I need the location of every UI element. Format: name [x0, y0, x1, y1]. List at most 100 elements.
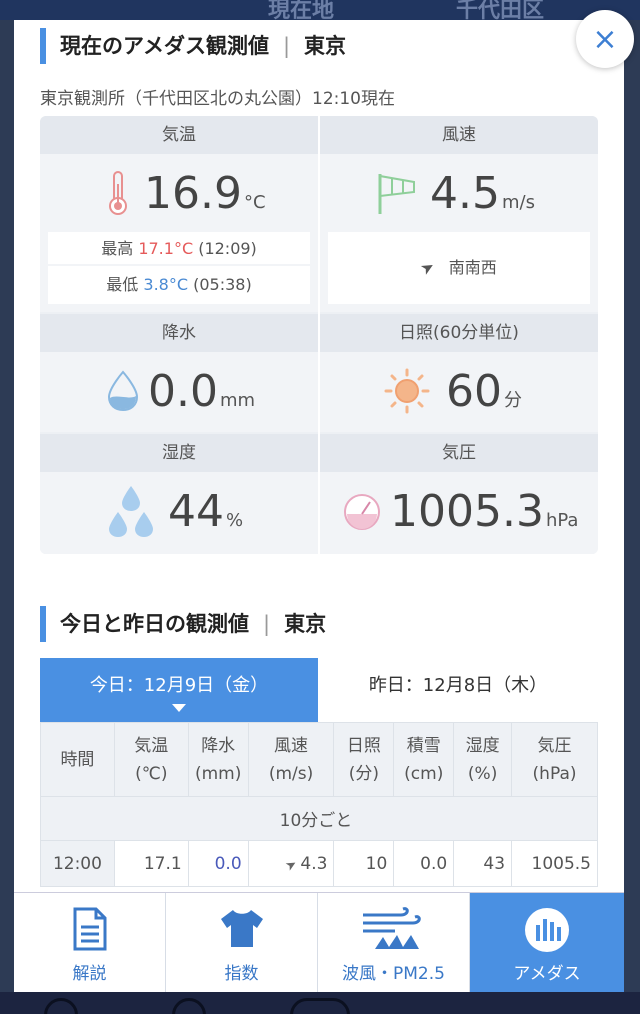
humidity-drops-icon	[109, 486, 153, 537]
wind-panel: 4.5 m/s ➤ 南南西	[320, 154, 598, 312]
thermometer-icon	[109, 171, 127, 215]
wind-direction: 南南西	[448, 258, 497, 277]
background-header: 現在地 千代田区	[0, 0, 640, 23]
tab-yesterday-label: 昨日：12月8日（木）	[368, 675, 548, 696]
water-drop-icon	[107, 370, 139, 412]
background-nav-icon	[172, 998, 206, 1014]
close-button[interactable]: ×	[576, 10, 634, 68]
interval-label: 10分ごと	[40, 796, 598, 841]
pressure-label: 気圧	[320, 434, 598, 472]
amedas-section-title: 現在のアメダス観測値 | 東京	[40, 28, 346, 64]
max-temp-value: 17.1°C	[138, 239, 194, 258]
humidity-value-group: 44%	[168, 486, 243, 537]
precipitation-unit: mm	[219, 390, 256, 411]
sunshine-value: 60	[446, 366, 502, 417]
background-footer	[0, 992, 640, 1014]
tab-yesterday[interactable]: 昨日：12月8日（木）	[318, 658, 598, 722]
temperature-value: 16.9	[144, 168, 242, 219]
wind-direction-row: ➤ 南南西	[328, 232, 590, 304]
nav-item-wave[interactable]: 波風・PM2.5	[318, 893, 470, 992]
wind-unit: m/s	[501, 192, 535, 213]
wind-value-group: 4.5 m/s	[430, 168, 535, 219]
background-nav-icon	[290, 998, 350, 1014]
cell-wind: ➤4.3	[247, 840, 335, 887]
observations-location: 東京	[284, 612, 327, 636]
wind-value: 4.5	[430, 168, 500, 219]
wind-label: 風速	[320, 116, 598, 154]
station-info: 東京観測所（千代田区北の丸公園）12:10現在	[40, 89, 395, 109]
cell-sunshine: 10	[333, 840, 395, 887]
nav-label-index: 指数	[224, 964, 259, 984]
tab-today-label: 今日：12月9日（金）	[89, 675, 269, 696]
sunshine-value-group: 60 分	[446, 366, 522, 417]
temperature-value-group: 16.9 °C	[144, 168, 266, 219]
max-temp-label: 最高	[101, 239, 134, 258]
interval-row: 10分ごと	[40, 796, 598, 841]
min-temp-time: (05:38)	[193, 275, 252, 294]
min-temp-label: 最低	[106, 275, 139, 294]
observations-section-title: 今日と昨日の観測値 | 東京	[40, 606, 326, 642]
cell-humidity: 43	[453, 840, 513, 887]
cell-precip: 0.0	[187, 840, 249, 887]
amedas-location: 東京	[304, 34, 347, 58]
pressure-unit: hPa	[545, 510, 579, 531]
observations-title: 今日と昨日の観測値	[60, 612, 249, 636]
precipitation-value: 0.0	[148, 366, 218, 417]
tab-today[interactable]: 今日：12月9日（金）	[40, 658, 318, 722]
pressure-panel: 1005.3 hPa	[320, 472, 598, 554]
column-header-wind: 風速 (m/s)	[247, 722, 335, 797]
gauge-icon	[344, 494, 380, 530]
day-tabs: 今日：12月9日（金） 昨日：12月8日（木）	[40, 658, 598, 722]
nav-label-wave: 波風・PM2.5	[342, 964, 445, 984]
wave-icon	[362, 907, 421, 949]
nav-item-explanation[interactable]: 解説	[14, 893, 166, 992]
title-separator: |	[263, 612, 271, 636]
precipitation-value-group: 0.0 mm	[148, 366, 255, 417]
wind-direction-box: ➤ 南南西	[328, 232, 590, 304]
humidity-label: 湿度	[40, 434, 318, 472]
humidity-panel: 44%	[40, 472, 318, 554]
document-icon	[73, 907, 106, 951]
column-header-snow: 積雪 (cm)	[393, 722, 455, 797]
pressure-value-group: 1005.3 hPa	[390, 486, 578, 537]
table-header-row: 時間 気温 (℃) 降水 (mm) 風速 (m/s) 日照 (分) 積雪 (cm) 湿度(…	[40, 722, 598, 797]
nav-label-explanation: 解説	[72, 964, 107, 984]
temperature-minmax: 最高 17.1°C (12:09) 最低 3.8°C (05:38)	[48, 232, 310, 304]
temperature-unit: °C	[243, 192, 266, 213]
amedas-modal: 現在のアメダス観測値 | 東京 東京観測所（千代田区北の丸公園）12:10現在 気温…	[14, 20, 624, 992]
wind-direction-arrow-icon: ➤	[282, 855, 300, 875]
table-row: 12:00 17.1 0.0 ➤4.3 10 0.0 43 1005.5	[40, 840, 598, 887]
max-temp-row: 最高 17.1°C (12:09)	[48, 232, 310, 266]
temperature-panel: 16.9 °C 最高 17.1°C (12:09) 最低 3.8°C (05:38…	[40, 154, 318, 312]
nav-label-amedas: アメダス	[513, 964, 581, 984]
humidity-value: 44	[168, 486, 224, 537]
column-header-sunshine: 日照 (分)	[333, 722, 395, 797]
observation-table: 時間 気温 (℃) 降水 (mm) 風速 (m/s) 日照 (分) 積雪 (cm) 湿度(…	[40, 722, 598, 887]
sun-icon	[384, 368, 430, 414]
wind-direction-arrow-icon: ➤	[417, 255, 439, 280]
precipitation-label: 降水	[40, 314, 318, 352]
close-icon: ×	[592, 21, 618, 57]
background-nav-icon	[44, 998, 78, 1014]
sunshine-unit: 分	[504, 390, 522, 411]
windsock-icon	[378, 174, 415, 214]
column-header-temp: 気温 (℃)	[113, 722, 189, 797]
min-temp-value: 3.8°C	[143, 275, 189, 294]
nav-item-index[interactable]: 指数	[166, 893, 318, 992]
bottom-nav: 解説 指数 波風・PM2.5 アメダス	[14, 892, 624, 992]
pressure-value: 1005.3	[390, 486, 544, 537]
cell-time: 12:00	[40, 840, 115, 887]
min-temp-row: 最低 3.8°C (05:38)	[48, 268, 310, 302]
column-header-precip: 降水 (mm)	[187, 722, 249, 797]
shirt-icon	[220, 910, 263, 947]
title-separator: |	[282, 34, 291, 58]
sunshine-panel: 60 分	[320, 352, 598, 432]
precipitation-panel: 0.0 mm	[40, 352, 318, 432]
tab-indicator-icon	[172, 704, 186, 712]
sunshine-label: 日照(60分単位)	[320, 314, 598, 352]
cell-pressure: 1005.5	[511, 840, 598, 887]
cell-snow: 0.0	[393, 840, 455, 887]
amedas-title: 現在のアメダス観測値	[60, 34, 269, 58]
nav-item-amedas[interactable]: アメダス	[470, 893, 624, 992]
humidity-unit: %	[226, 510, 244, 531]
